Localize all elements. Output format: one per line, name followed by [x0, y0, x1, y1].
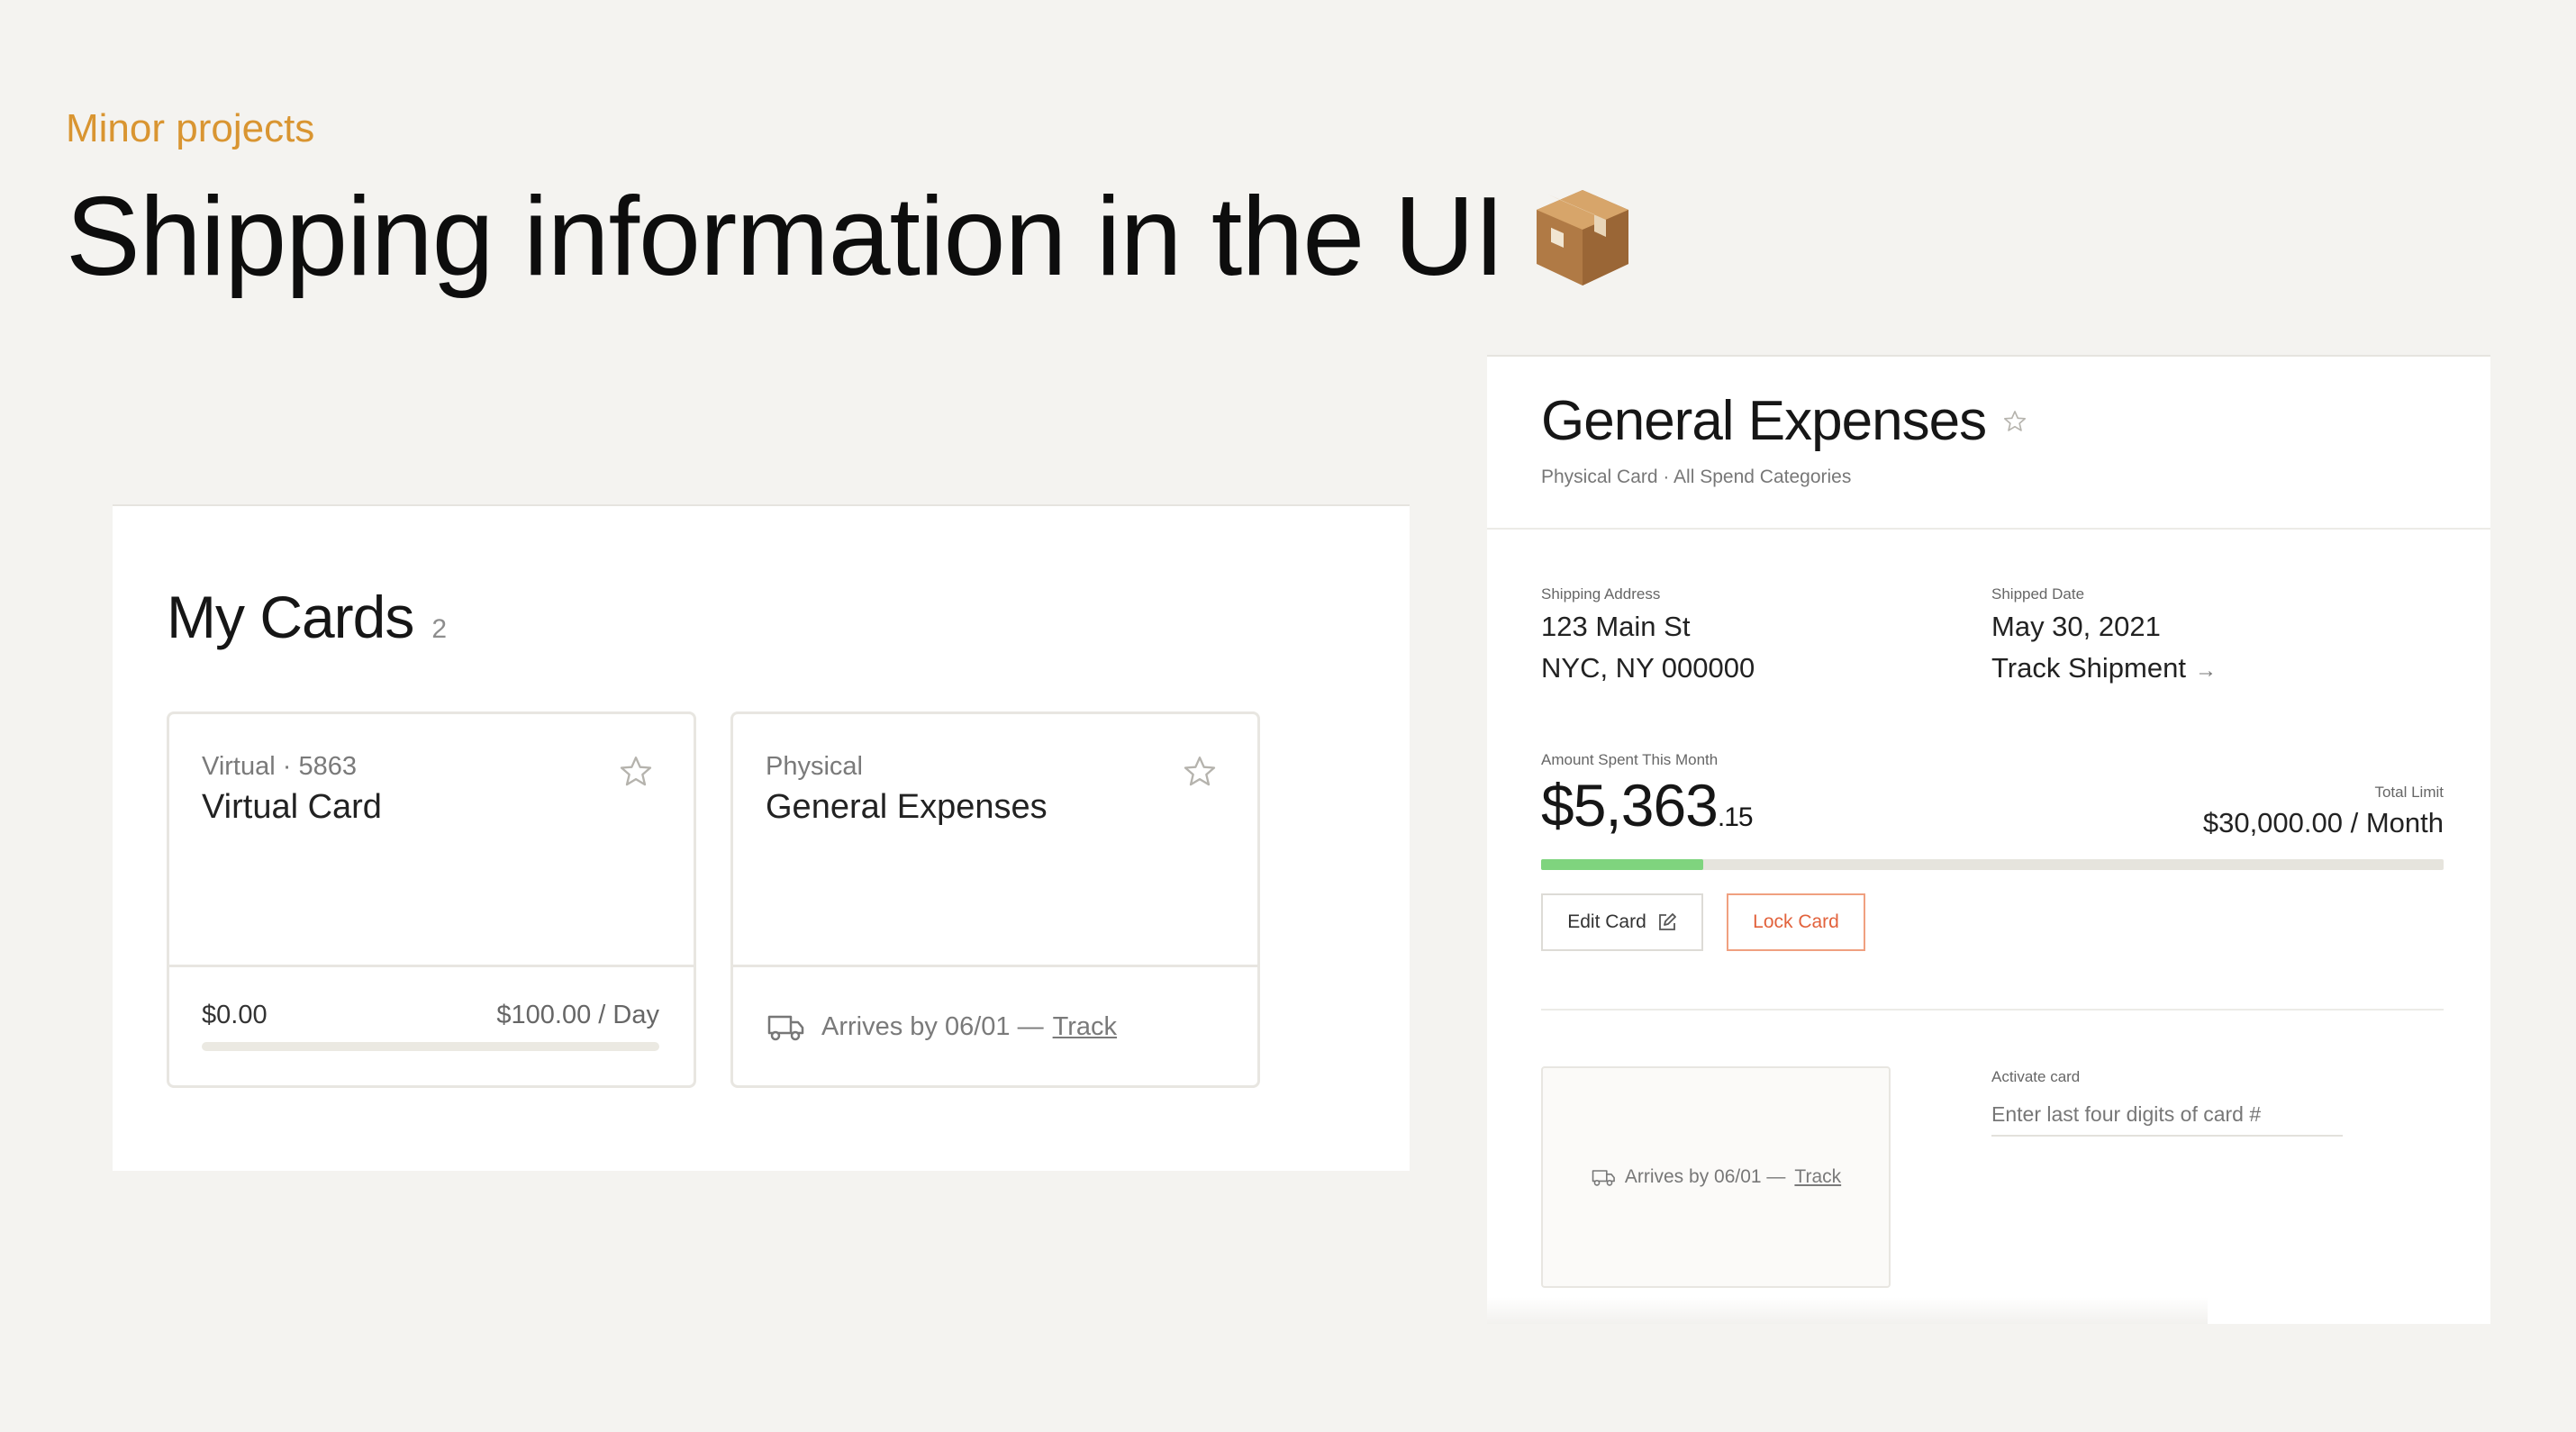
card-detail-heading: General Expenses: [1541, 389, 2027, 453]
lock-card-button[interactable]: Lock Card: [1727, 893, 1865, 951]
shipping-status: Arrives by 06/01 — Track: [766, 1011, 1117, 1042]
panel-fade: [1487, 1297, 2208, 1324]
card-spend-bar: [202, 1042, 659, 1051]
eyebrow-label: Minor projects: [66, 106, 315, 150]
track-shipment-label: Track Shipment: [1991, 652, 2186, 684]
truck-icon: [1592, 1170, 1615, 1186]
star-icon[interactable]: [1182, 754, 1218, 790]
card-detail-title: General Expenses: [1541, 390, 1987, 452]
card-detail-subtitle: Physical Card · All Spend Categories: [1541, 467, 1852, 487]
star-icon[interactable]: [618, 754, 654, 790]
card-detail-panel: General Expenses Physical Card · All Spe…: [1487, 355, 2490, 1324]
amount-spent: $5,363.15: [1541, 771, 1754, 839]
track-shipment-link[interactable]: Track Shipment →: [1991, 652, 2217, 684]
card-virtual[interactable]: Virtual · 5863 Virtual Card $0.00 $100.0…: [167, 711, 696, 1088]
shipped-date-label: Shipped Date: [1991, 585, 2085, 603]
shipped-date: May 30, 2021: [1991, 611, 2161, 642]
card-physical[interactable]: Physical General Expenses Arrives by 06/…: [730, 711, 1260, 1088]
amount-main: $5,363: [1541, 772, 1719, 838]
edit-card-button[interactable]: Edit Card: [1541, 893, 1703, 951]
card-divider: [733, 965, 1257, 967]
package-icon: [1536, 190, 1628, 285]
divider: [1487, 528, 2490, 530]
arrow-right-icon: →: [2194, 658, 2217, 683]
card-name: General Expenses: [766, 788, 1048, 826]
total-limit: $30,000.00 / Month: [2202, 807, 2444, 838]
total-limit-label: Total Limit: [2374, 784, 2444, 801]
shipping-text: Arrives by 06/01 —: [821, 1011, 1044, 1041]
amount-cents: .15: [1717, 802, 1754, 832]
amount-spent-label: Amount Spent This Month: [1541, 751, 1719, 768]
activate-card-input[interactable]: [1991, 1093, 2343, 1137]
my-cards-count: 2: [431, 614, 447, 644]
card-subtitle: Virtual · 5863: [202, 752, 357, 781]
shipping-address-label: Shipping Address: [1541, 585, 1661, 603]
shipping-status: Arrives by 06/01 — Track: [1591, 1166, 1841, 1188]
divider: [1541, 1009, 2444, 1011]
shipping-text: Arrives by 06/01 —: [1624, 1166, 1786, 1187]
card-subtitle: Physical: [766, 752, 863, 781]
shipping-status-box: Arrives by 06/01 — Track: [1541, 1066, 1891, 1288]
activate-card-label: Activate card: [1991, 1068, 2081, 1085]
card-name: Virtual Card: [202, 788, 382, 826]
spend-progress-fill: [1541, 859, 1704, 870]
my-cards-heading: My Cards 2: [167, 583, 447, 651]
edit-icon: [1658, 913, 1676, 930]
card-divider: [169, 965, 694, 967]
address-line1: 123 Main St: [1541, 611, 1691, 642]
address-line2: NYC, NY 000000: [1541, 652, 1755, 684]
my-cards-title: My Cards: [167, 584, 414, 650]
truck-icon: [767, 1015, 804, 1041]
page-title-text: Shipping information in the UI: [66, 175, 1505, 299]
star-icon[interactable]: [2002, 409, 2027, 434]
page-title: Shipping information in the UI: [66, 173, 1634, 301]
my-cards-panel: My Cards 2 Virtual · 5863 Virtual Card $…: [113, 504, 1410, 1171]
card-limit: $100.00 / Day: [496, 1001, 659, 1029]
track-link[interactable]: Track: [1053, 1012, 1117, 1042]
edit-card-label: Edit Card: [1567, 911, 1646, 932]
spend-progress-bar: [1541, 859, 2444, 870]
track-link[interactable]: Track: [1794, 1166, 1841, 1188]
card-balance: $0.00: [202, 1001, 268, 1029]
